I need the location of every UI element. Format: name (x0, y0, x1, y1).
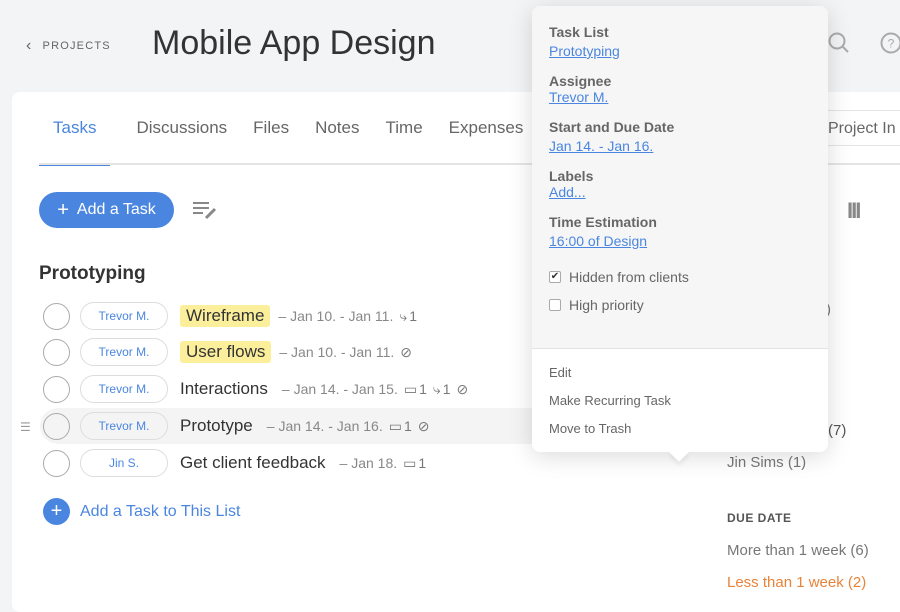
task-checkbox[interactable] (43, 413, 70, 440)
menu-move-to-trash[interactable]: Move to Trash (549, 421, 811, 436)
task-dates: – Jan 14. - Jan 16. (267, 418, 383, 434)
labels-label: Labels (549, 168, 811, 184)
task-dates: – Jan 10. - Jan 11. (278, 308, 393, 324)
subtask-icon: ⤷1 (433, 381, 451, 398)
back-to-projects[interactable]: ‹PROJECTS (26, 37, 111, 55)
add-task-button[interactable]: +Add a Task (39, 192, 174, 228)
comment-icon: ▭1 (403, 455, 426, 472)
filter-assignee-jin[interactable]: Jin Sims (1) (727, 454, 806, 471)
hidden-eye-icon: ⊘ (418, 418, 430, 435)
assignee-pill[interactable]: Trevor M. (80, 302, 168, 330)
dates-link[interactable]: Jan 14. - Jan 16. (549, 138, 811, 154)
checkbox-box (549, 299, 561, 311)
filter-due-more[interactable]: More than 1 week (6) (727, 542, 869, 559)
task-list-link[interactable]: Prototyping (549, 43, 811, 59)
tab-time[interactable]: Time (386, 118, 423, 166)
checkmark-icon: ✔ (549, 271, 561, 283)
task-checkbox[interactable] (43, 303, 70, 330)
assignee-pill[interactable]: Trevor M. (80, 338, 168, 366)
task-details-popover: Task List Prototyping Assignee Trevor M.… (532, 6, 828, 452)
task-list-title: Prototyping (39, 263, 146, 285)
assignee-pill[interactable]: Trevor M. (80, 375, 168, 403)
add-task-to-list-button[interactable]: +Add a Task to This List (43, 498, 240, 525)
hidden-from-clients-checkbox[interactable]: ✔Hidden from clients (549, 269, 811, 285)
task-name[interactable]: Interactions (180, 378, 274, 400)
task-list-label: Task List (549, 24, 811, 40)
tab-tasks[interactable]: Tasks (39, 118, 110, 166)
assignee-pill[interactable]: Jin S. (80, 449, 168, 477)
task-checkbox[interactable] (43, 450, 70, 477)
task-dates: – Jan 18. (340, 455, 398, 471)
plus-icon: + (57, 199, 69, 222)
task-name[interactable]: Prototype (180, 415, 259, 437)
assignee-link[interactable]: Trevor M. (549, 89, 811, 105)
task-name[interactable]: User flows (180, 341, 271, 363)
task-name[interactable]: Wireframe (180, 305, 270, 327)
comment-icon: ▭1 (389, 418, 412, 435)
sidebar-filter-partial[interactable]: (7) (828, 422, 846, 439)
task-checkbox[interactable] (43, 339, 70, 366)
high-priority-checkbox[interactable]: High priority (549, 297, 811, 313)
columns-icon[interactable]: III (847, 198, 859, 224)
search-icon[interactable] (828, 32, 850, 60)
task-row[interactable]: Trevor M. Wireframe – Jan 10. - Jan 11. ⤷… (40, 298, 540, 334)
menu-make-recurring[interactable]: Make Recurring Task (549, 393, 811, 408)
plus-icon: + (43, 498, 70, 525)
drag-handle-icon[interactable]: ☰ (20, 420, 31, 434)
comment-icon: ▭1 (404, 381, 427, 398)
task-checkbox[interactable] (43, 376, 70, 403)
task-dates: – Jan 14. - Jan 15. (282, 381, 398, 397)
dates-label: Start and Due Date (549, 119, 811, 135)
tab-bar: Tasks Discussions Files Notes Time Expen… (39, 118, 549, 166)
tab-expenses[interactable]: Expenses (449, 118, 524, 166)
hidden-eye-icon: ⊘ (457, 381, 469, 398)
filter-due-less[interactable]: Less than 1 week (2) (727, 574, 866, 591)
task-row[interactable]: Trevor M. Prototype – Jan 14. - Jan 16. ▭… (40, 408, 540, 444)
tab-notes[interactable]: Notes (315, 118, 359, 166)
estimation-label: Time Estimation (549, 214, 811, 230)
tab-discussions[interactable]: Discussions (136, 118, 227, 166)
task-name[interactable]: Get client feedback (180, 452, 332, 474)
hidden-eye-icon: ⊘ (400, 344, 412, 361)
menu-edit[interactable]: Edit (549, 365, 811, 380)
task-row[interactable]: Jin S. Get client feedback – Jan 18. ▭1 (40, 445, 540, 481)
page-title: Mobile App Design (152, 24, 436, 63)
tab-files[interactable]: Files (253, 118, 289, 166)
svg-text:?: ? (888, 37, 895, 51)
assignee-pill[interactable]: Trevor M. (80, 412, 168, 440)
chevron-left-icon: ‹ (26, 37, 33, 55)
subtask-icon: ⤷1 (399, 308, 417, 325)
reorder-lists-icon[interactable] (192, 200, 218, 225)
estimation-link[interactable]: 16:00 of Design (549, 233, 811, 249)
help-icon[interactable]: ? (880, 32, 900, 60)
add-label-link[interactable]: Add... (549, 184, 811, 200)
task-row[interactable]: Trevor M. User flows – Jan 10. - Jan 11.… (40, 334, 540, 370)
task-row[interactable]: Trevor M. Interactions – Jan 14. - Jan 1… (40, 371, 540, 407)
assignee-label: Assignee (549, 73, 811, 89)
task-dates: – Jan 10. - Jan 11. (279, 344, 394, 360)
due-date-heading: DUE DATE (727, 511, 791, 525)
